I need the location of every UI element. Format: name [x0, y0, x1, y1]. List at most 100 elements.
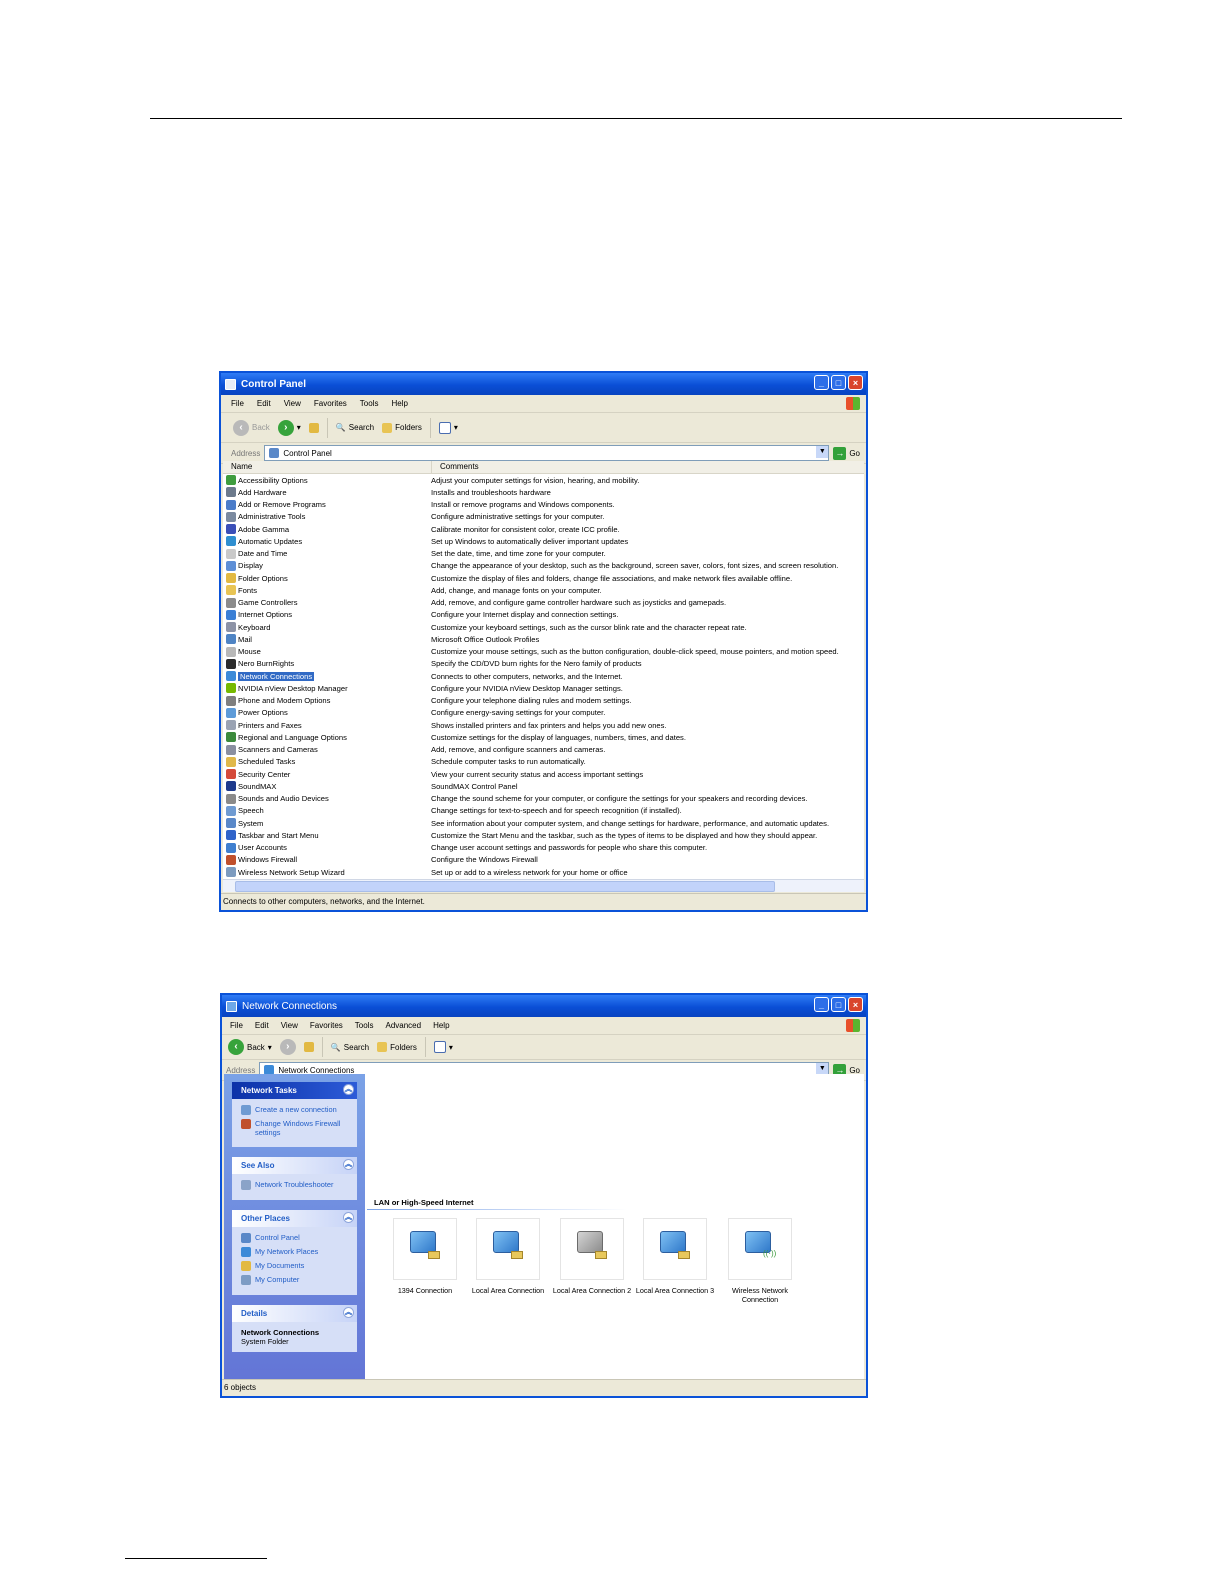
- link-my-network-places[interactable]: My Network Places: [241, 1247, 351, 1257]
- list-item[interactable]: Windows Firewall Configure the Windows Fi…: [223, 854, 864, 866]
- collapse-icon[interactable]: ︽: [343, 1084, 354, 1095]
- panel-header[interactable]: Network Tasks ︽: [232, 1082, 357, 1099]
- connection-item[interactable]: Local Area Connection 3: [633, 1218, 717, 1295]
- list-item[interactable]: Keyboard Customize your keyboard settings…: [223, 621, 864, 633]
- menu-file[interactable]: File: [231, 399, 244, 408]
- menu-edit[interactable]: Edit: [255, 1021, 269, 1030]
- list-item[interactable]: Sounds and Audio Devices Change the sound…: [223, 793, 864, 805]
- forward-button[interactable]: › ▾: [277, 419, 301, 436]
- network-connections-icon: [226, 1000, 237, 1012]
- maximize-button[interactable]: □: [831, 997, 846, 1012]
- connection-item[interactable]: Local Area Connection 2: [550, 1218, 634, 1295]
- list-item[interactable]: Game Controllers Add, remove, and configu…: [223, 597, 864, 609]
- list-item[interactable]: Automatic Updates Set up Windows to autom…: [223, 535, 864, 547]
- list-item[interactable]: Add Hardware Installs and troubleshoots h…: [223, 486, 864, 498]
- collapse-icon[interactable]: ︽: [343, 1307, 354, 1318]
- list-item[interactable]: Folder Options Customize the display of f…: [223, 572, 864, 584]
- title-bar[interactable]: Control Panel _ □ ×: [221, 373, 866, 395]
- folders-button[interactable]: Folders: [377, 1042, 417, 1052]
- menu-help[interactable]: Help: [391, 399, 407, 408]
- panel-header[interactable]: Other Places ︽: [232, 1210, 357, 1227]
- connection-item[interactable]: Local Area Connection: [466, 1218, 550, 1295]
- minimize-button[interactable]: _: [814, 375, 829, 390]
- list-item[interactable]: SoundMAX SoundMAX Control Panel: [223, 780, 864, 792]
- list-item[interactable]: Administrative Tools Configure administra…: [223, 511, 864, 523]
- list-item[interactable]: Adobe Gamma Calibrate monitor for consist…: [223, 523, 864, 535]
- views-button[interactable]: ▾: [438, 421, 458, 434]
- back-button[interactable]: ‹ Back: [233, 419, 270, 436]
- list-item[interactable]: NVIDIA nView Desktop Manager Configure yo…: [223, 682, 864, 694]
- item-icon: [226, 732, 236, 743]
- list-item[interactable]: Security Center View your current securit…: [223, 768, 864, 780]
- panel-header[interactable]: See Also ︽: [232, 1157, 357, 1174]
- menu-edit[interactable]: Edit: [257, 399, 271, 408]
- item-icon: [226, 756, 236, 767]
- list-item[interactable]: Phone and Modem Options Configure your te…: [223, 695, 864, 707]
- menu-view[interactable]: View: [284, 399, 301, 408]
- menu-help[interactable]: Help: [433, 1021, 449, 1030]
- link-my-documents[interactable]: My Documents: [241, 1261, 351, 1271]
- connection-item[interactable]: 1394 Connection: [383, 1218, 467, 1295]
- list-item[interactable]: Regional and Language Options Customize s…: [223, 731, 864, 743]
- chevron-down-icon[interactable]: ▼: [816, 446, 829, 458]
- minimize-button[interactable]: _: [814, 997, 829, 1012]
- collapse-icon[interactable]: ︽: [343, 1212, 354, 1223]
- title-bar[interactable]: Network Connections _ □ ×: [222, 995, 866, 1017]
- menu-favorites[interactable]: Favorites: [314, 399, 347, 408]
- menu-tools[interactable]: Tools: [360, 399, 379, 408]
- up-folder-button[interactable]: [303, 1042, 314, 1052]
- views-button[interactable]: ▾: [433, 1041, 453, 1053]
- collapse-icon[interactable]: ︽: [343, 1159, 354, 1170]
- item-name: Accessibility Options: [223, 475, 431, 486]
- list-item[interactable]: Add or Remove Programs Install or remove …: [223, 499, 864, 511]
- list-item[interactable]: User Accounts Change user account setting…: [223, 842, 864, 854]
- close-button[interactable]: ×: [848, 997, 863, 1012]
- address-input[interactable]: Control Panel ▼: [264, 445, 830, 461]
- menu-file[interactable]: File: [230, 1021, 243, 1030]
- list-item[interactable]: Printers and Faxes Shows installed printe…: [223, 719, 864, 731]
- list-item[interactable]: Mail Microsoft Office Outlook Profiles: [223, 633, 864, 645]
- list-item[interactable]: Accessibility Options Adjust your compute…: [223, 474, 864, 486]
- list-item[interactable]: Network Connections Connects to other com…: [223, 670, 864, 682]
- connection-item[interactable]: ((·)) Wireless Network Connection: [718, 1218, 802, 1304]
- panel-header[interactable]: Details ︽: [232, 1305, 357, 1322]
- list-item[interactable]: Taskbar and Start Menu Customize the Star…: [223, 829, 864, 841]
- column-name[interactable]: Name: [223, 461, 432, 473]
- list-item[interactable]: Nero BurnRights Specify the CD/DVD burn r…: [223, 658, 864, 670]
- list-item[interactable]: Internet Options Configure your Internet …: [223, 609, 864, 621]
- task-create-connection[interactable]: Create a new connection: [241, 1105, 351, 1115]
- list-item[interactable]: Date and Time Set the date, time, and tim…: [223, 548, 864, 560]
- list-item[interactable]: Speech Change settings for text-to-speech…: [223, 805, 864, 817]
- up-folder-button[interactable]: [308, 422, 319, 433]
- scrollbar-thumb[interactable]: [235, 881, 775, 892]
- details-type: System Folder: [241, 1337, 289, 1346]
- menu-favorites[interactable]: Favorites: [310, 1021, 343, 1030]
- windows-logo-icon: [846, 1019, 860, 1032]
- item-comment: Set the date, time, and time zone for yo…: [431, 549, 606, 559]
- close-button[interactable]: ×: [848, 375, 863, 390]
- task-change-firewall[interactable]: Change Windows Firewall settings: [241, 1119, 351, 1137]
- menu-tools[interactable]: Tools: [355, 1021, 374, 1030]
- list-item[interactable]: Scanners and Cameras Add, remove, and con…: [223, 744, 864, 756]
- back-button[interactable]: ‹ Back ▾: [228, 1039, 272, 1055]
- maximize-button[interactable]: □: [831, 375, 846, 390]
- column-comments[interactable]: Comments: [432, 461, 479, 473]
- list-item[interactable]: Scheduled Tasks Schedule computer tasks t…: [223, 756, 864, 768]
- list-item[interactable]: System See information about your compute…: [223, 817, 864, 829]
- link-control-panel[interactable]: Control Panel: [241, 1233, 351, 1243]
- forward-button[interactable]: ›: [279, 1039, 296, 1055]
- link-my-computer[interactable]: My Computer: [241, 1275, 351, 1285]
- list-item[interactable]: Power Options Configure energy-saving set…: [223, 707, 864, 719]
- list-item[interactable]: Display Change the appearance of your des…: [223, 560, 864, 572]
- list-item[interactable]: Fonts Add, change, and manage fonts on yo…: [223, 584, 864, 596]
- horizontal-scrollbar[interactable]: [223, 879, 864, 892]
- menu-view[interactable]: View: [281, 1021, 298, 1030]
- list-item[interactable]: Mouse Customize your mouse settings, such…: [223, 646, 864, 658]
- search-button[interactable]: 🔍 Search: [336, 423, 374, 432]
- folders-button[interactable]: Folders: [382, 422, 422, 433]
- search-button[interactable]: 🔍 Search: [331, 1043, 369, 1052]
- list-item[interactable]: Wireless Network Setup Wizard Set up or a…: [223, 866, 864, 878]
- menu-advanced[interactable]: Advanced: [385, 1021, 421, 1030]
- link-network-troubleshooter[interactable]: Network Troubleshooter: [241, 1180, 351, 1190]
- go-button[interactable]: → Go: [833, 446, 866, 460]
